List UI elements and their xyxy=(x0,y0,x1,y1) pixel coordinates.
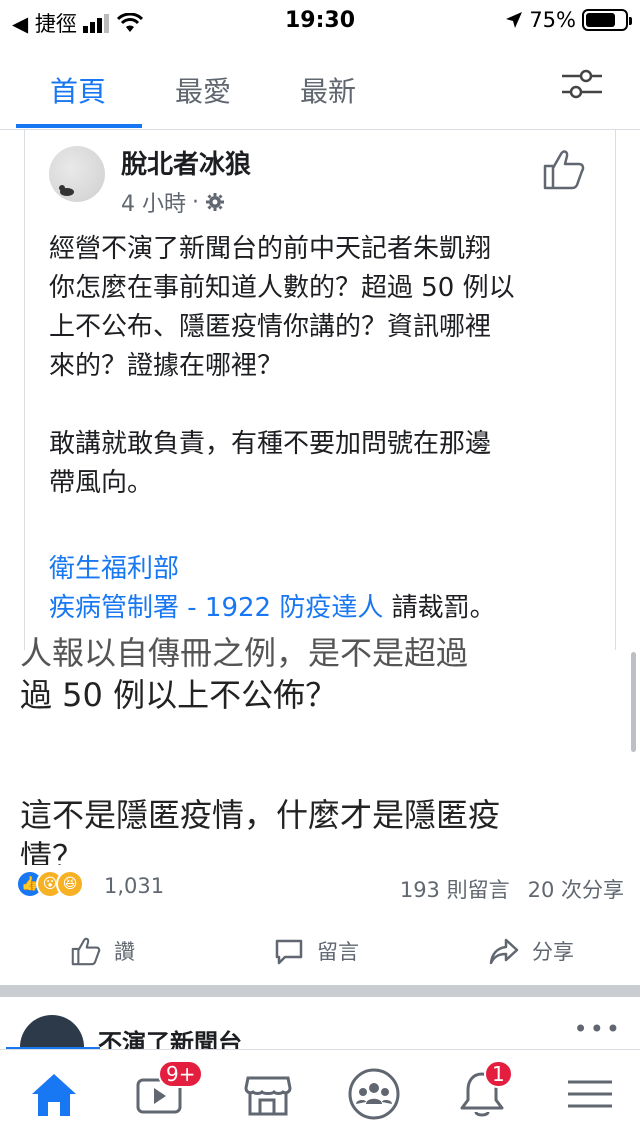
reaction-count[interactable]: 1,031 xyxy=(104,874,164,898)
public-gear-icon xyxy=(206,193,224,211)
post-paragraph: 經營不演了新聞台的前中天記者朱凱翔 你怎麼在事前知道人數的？超過 50 例以 上… xyxy=(49,234,515,381)
post-author[interactable]: 脫北者冰狼 xyxy=(121,144,251,181)
battery-icon xyxy=(582,9,632,31)
nav-groups[interactable] xyxy=(346,1066,402,1122)
comment-button[interactable]: 留言 xyxy=(273,935,359,967)
home-icon xyxy=(32,1074,76,1116)
author-avatar[interactable] xyxy=(49,146,105,202)
post-meta: 4 小時 · xyxy=(121,186,225,218)
feed-tabs: 首頁 最愛 最新 xyxy=(0,42,640,130)
battery-fill xyxy=(586,13,615,27)
notification-badge: 1 xyxy=(484,1060,513,1088)
comment-bubble-icon xyxy=(275,939,303,965)
next-post-avatar[interactable] xyxy=(20,1015,84,1049)
nav-home[interactable] xyxy=(26,1066,82,1122)
nav-watch[interactable]: 9+ xyxy=(132,1060,204,1122)
tab-latest[interactable]: 最新 xyxy=(300,70,356,110)
shared-text-line: 這不是隱匿疫情，什麼才是隱匿疫 xyxy=(20,796,501,834)
post-card: 脫北者冰狼 4 小時 · 經營不演了新聞台的前中天記者朱凱翔 你怎麼在事前知道人… xyxy=(24,130,616,650)
location-arrow-icon xyxy=(506,12,523,28)
tab-favorites[interactable]: 最愛 xyxy=(175,70,231,110)
tab-home[interactable]: 首頁 xyxy=(50,70,106,110)
status-right: 75% xyxy=(505,8,632,32)
active-tab-indicator xyxy=(16,124,142,128)
like-label: 讚 xyxy=(114,940,135,964)
comment-count[interactable]: 193 則留言 xyxy=(400,874,510,904)
battery-percent: 75% xyxy=(529,8,576,32)
post-time[interactable]: 4 小時 xyxy=(121,186,186,218)
like-button[interactable]: 讚 xyxy=(70,935,135,967)
thumbs-up-icon[interactable] xyxy=(541,146,587,192)
comment-label: 留言 xyxy=(317,940,359,964)
reactions-bar[interactable]: 👍 😮 😆 1,031 193 則留言 20 次分享 xyxy=(16,870,624,906)
nav-notifications[interactable]: 1 xyxy=(454,1060,513,1122)
thumbs-up-icon xyxy=(71,937,101,966)
post-actions: 讚 留言 分享 xyxy=(0,925,640,985)
hamburger-menu-icon xyxy=(568,1080,612,1108)
nav-menu[interactable] xyxy=(562,1066,618,1122)
share-arrow-icon xyxy=(489,938,519,965)
tag-suffix: 請裁罰。 xyxy=(383,593,496,623)
share-count[interactable]: 20 次分享 xyxy=(528,874,624,904)
share-label: 分享 xyxy=(532,940,574,964)
post-tags: 衛生福利部 疾病管制署 - 1922 防疫達人 請裁罰。 xyxy=(49,550,496,628)
video-badge: 9+ xyxy=(158,1060,204,1088)
tag-link-cdc[interactable]: 疾病管制署 - 1922 防疫達人 xyxy=(49,593,383,623)
cat-silhouette-icon xyxy=(59,185,74,196)
shared-text-line: 情？ xyxy=(20,838,85,865)
filter-settings-icon[interactable] xyxy=(560,68,604,100)
image-scrollbar xyxy=(631,652,636,752)
reaction-icons: 👍 😮 😆 xyxy=(16,870,84,898)
nav-marketplace[interactable] xyxy=(240,1066,296,1122)
haha-icon: 😆 xyxy=(56,870,84,898)
shared-text-line: 過 50 例以上不公佈？ xyxy=(20,676,338,714)
more-options-icon[interactable]: ••• xyxy=(574,1015,622,1043)
next-post-author[interactable]: 不演了新聞台 xyxy=(98,1023,242,1049)
meta-separator: · xyxy=(192,189,199,215)
shared-screenshot[interactable]: 人報以自傳冊之例，是不是超過 過 50 例以上不公佈？ 這不是隱匿疫情，什麼才是… xyxy=(0,634,640,865)
next-post-header: 不演了新聞台 ••• xyxy=(0,997,640,1049)
tag-link-mohw[interactable]: 衛生福利部 xyxy=(49,554,179,584)
status-bar: ◀ 捷徑 19:30 75% xyxy=(0,0,640,42)
shared-text-cut: 人報以自傳冊之例，是不是超過 xyxy=(20,634,469,672)
marketplace-shop-icon xyxy=(244,1076,292,1116)
engagement-stats: 193 則留言 20 次分享 xyxy=(400,874,624,904)
groups-icon xyxy=(348,1068,400,1120)
post-body: 經營不演了新聞台的前中天記者朱凱翔 你怎麼在事前知道人數的？超過 50 例以 上… xyxy=(49,230,599,503)
feed-divider xyxy=(0,985,640,997)
post-paragraph: 敢講就敢負責，有種不要加問號在那邊 帶風向。 xyxy=(49,429,492,498)
bottom-nav: 9+ 1 xyxy=(0,1049,640,1136)
share-button[interactable]: 分享 xyxy=(488,935,574,967)
